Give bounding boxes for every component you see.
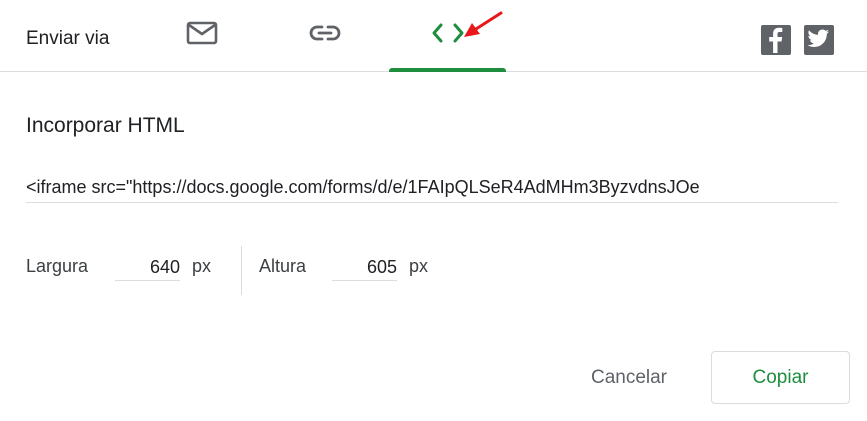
tab-email[interactable] [160, 0, 244, 71]
mail-icon [186, 21, 218, 50]
cancel-button[interactable]: Cancelar [566, 352, 692, 404]
height-label: Altura [259, 256, 307, 276]
copy-button[interactable]: Copiar [711, 351, 850, 404]
twitter-share-button[interactable] [804, 25, 834, 55]
height-input[interactable] [332, 254, 397, 281]
twitter-icon [804, 23, 834, 58]
facebook-share-button[interactable] [761, 25, 791, 55]
send-via-header: Enviar via [0, 0, 867, 72]
link-icon [309, 23, 341, 48]
width-input[interactable] [115, 254, 180, 281]
send-via-label: Enviar via [26, 28, 110, 49]
embed-html-title: Incorporar HTML [26, 114, 185, 137]
active-tab-indicator [389, 68, 506, 72]
width-unit: px [192, 256, 212, 276]
tab-link[interactable] [283, 0, 367, 71]
width-label: Largura [26, 256, 89, 276]
embed-code-field[interactable] [26, 172, 838, 203]
dimension-divider [241, 246, 242, 295]
facebook-icon [761, 23, 791, 58]
height-unit: px [409, 256, 429, 276]
red-arrow-annotation [458, 10, 506, 47]
